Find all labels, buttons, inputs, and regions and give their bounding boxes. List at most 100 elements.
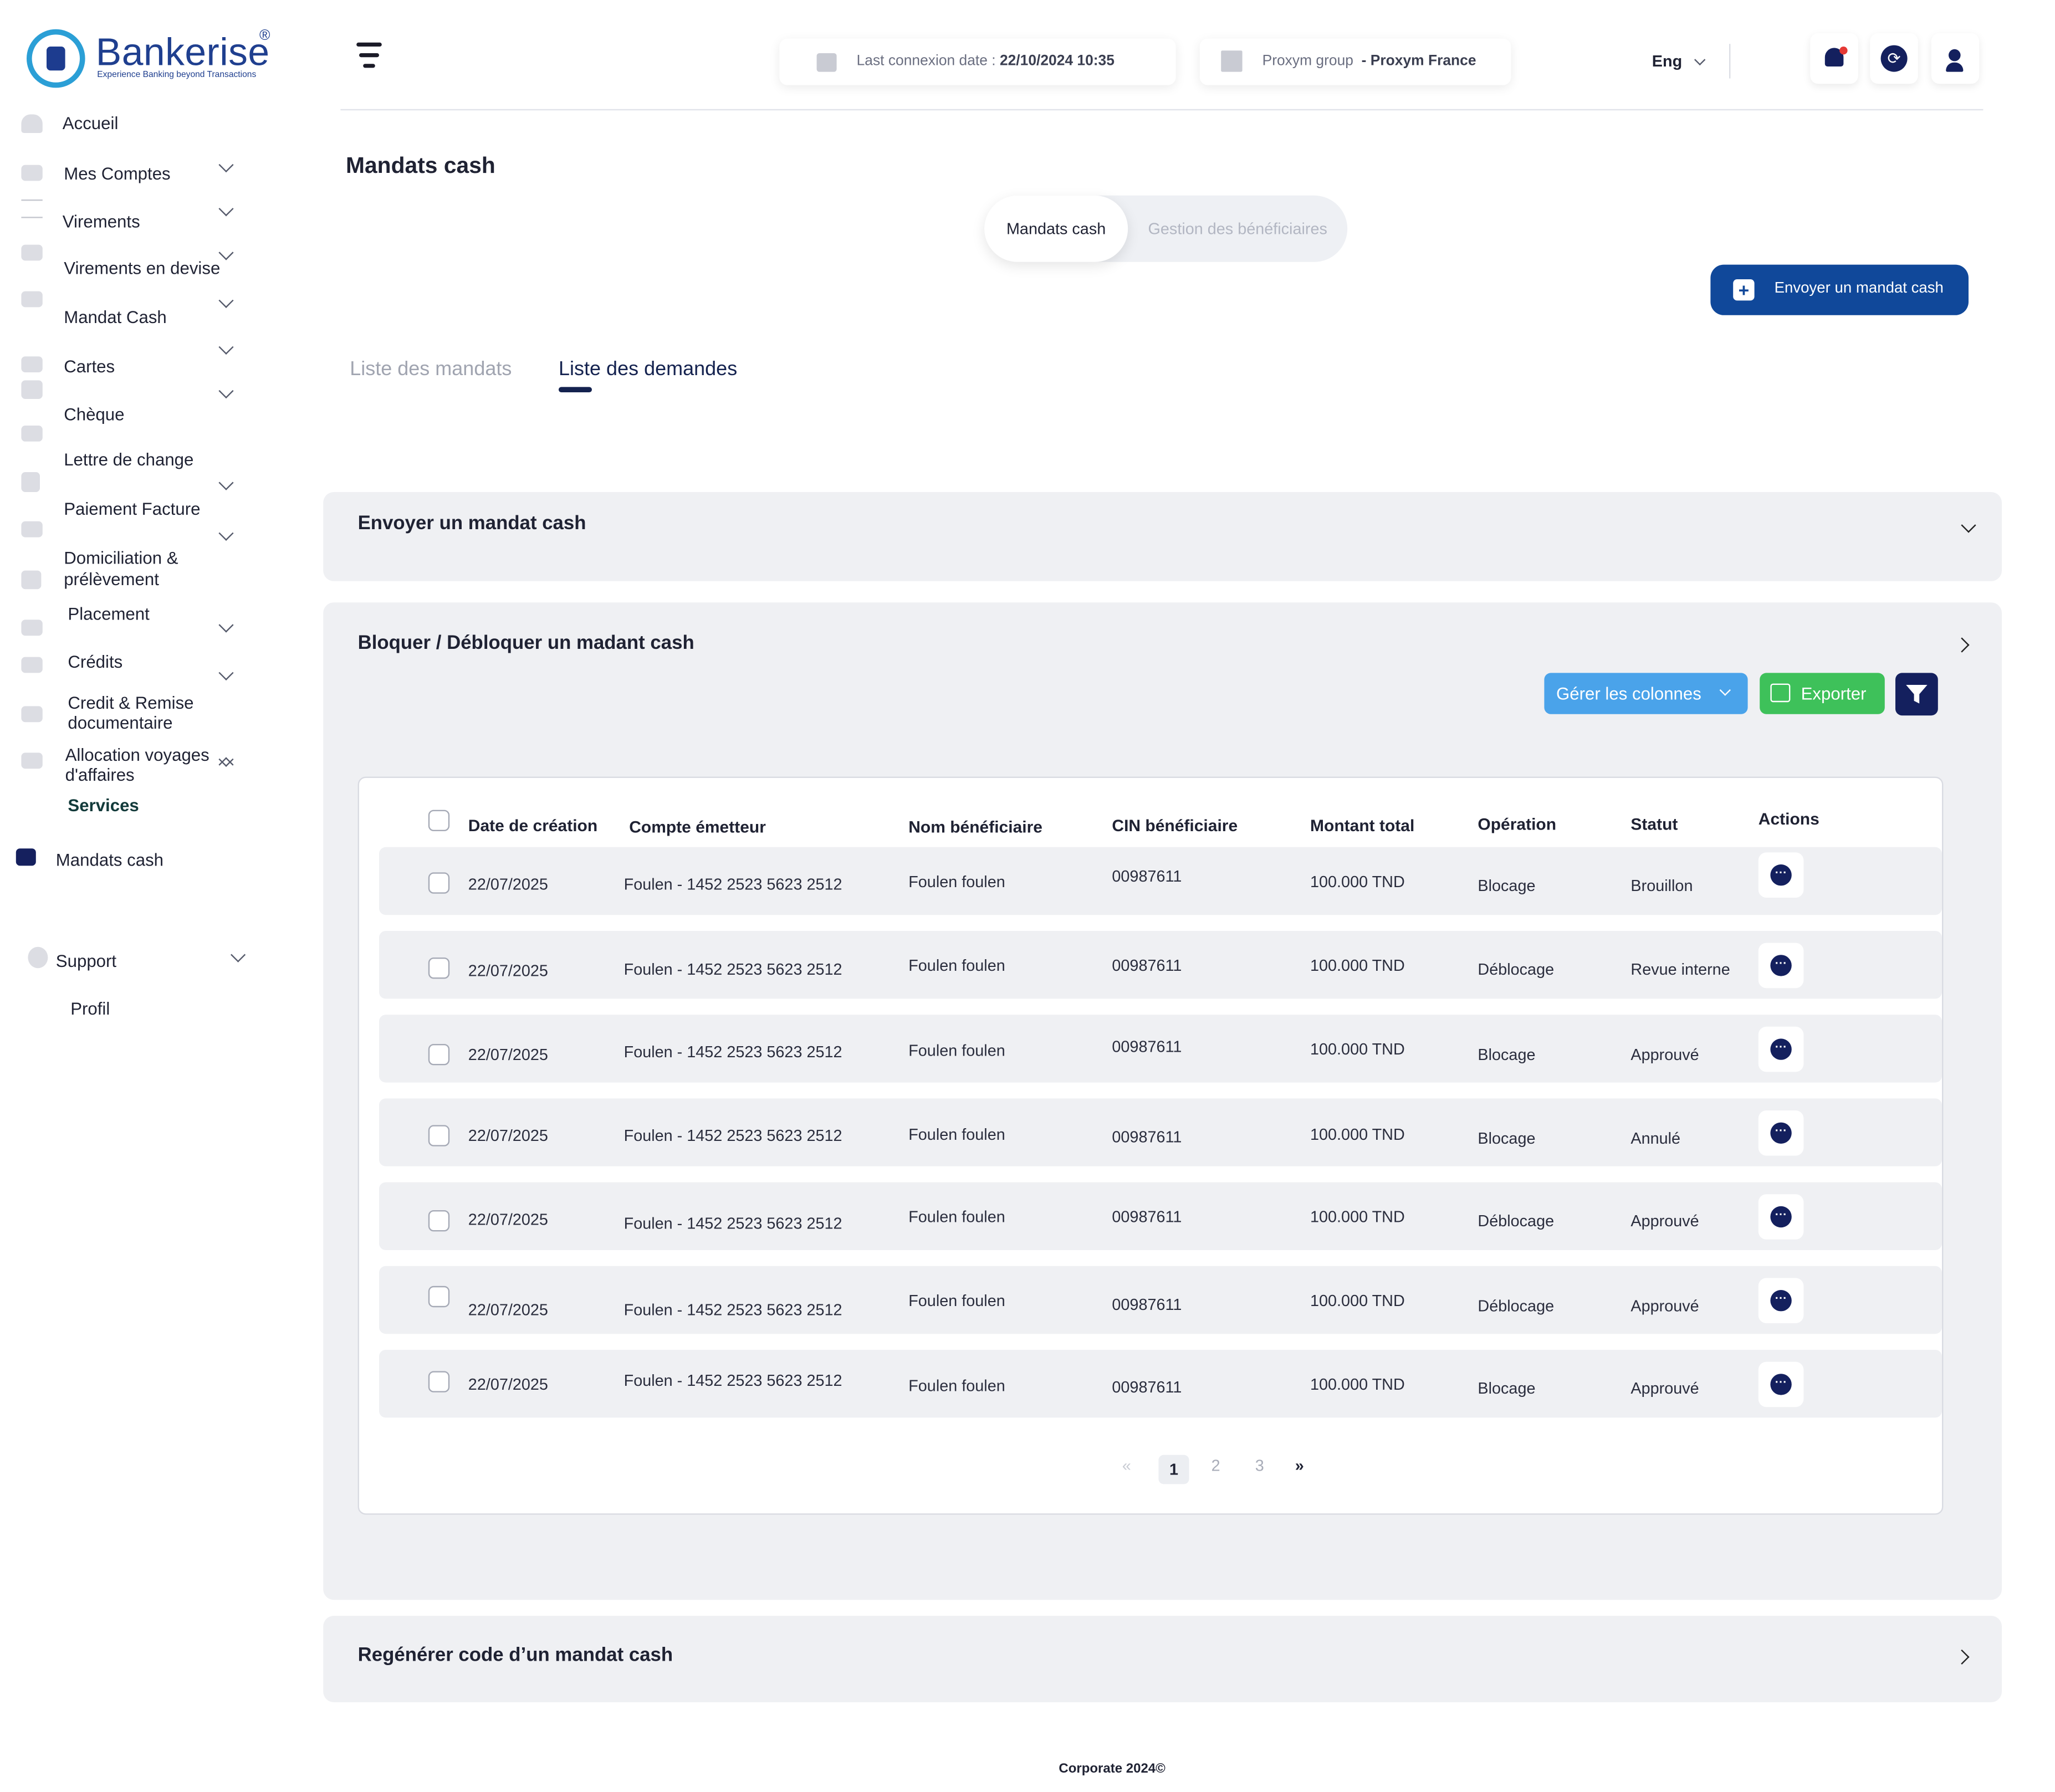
row-actions-button[interactable]: ··· (1758, 1278, 1804, 1323)
manage-columns-button[interactable]: Gérer les colonnes (1544, 673, 1748, 714)
column-header[interactable]: Date de création (468, 817, 597, 836)
panel-send-mandat[interactable]: Envoyer un mandat cash (323, 492, 2002, 581)
more-icon: ··· (1770, 1038, 1792, 1060)
more-icon: ··· (1770, 1374, 1792, 1395)
row-actions-button[interactable]: ··· (1758, 943, 1804, 989)
row-checkbox[interactable] (428, 1371, 450, 1392)
pagination-last[interactable]: » (1290, 1456, 1309, 1475)
tab-liste-demandes[interactable]: Liste des demandes (559, 358, 737, 381)
panel-title: Envoyer un mandat cash (357, 513, 586, 535)
home-icon (21, 114, 43, 134)
cell-beneficiary: Foulen foulen (908, 872, 1005, 892)
notification-dot (1839, 47, 1848, 55)
pagination-first[interactable]: « (1117, 1456, 1136, 1475)
column-header[interactable]: Opération (1478, 815, 1556, 834)
column-header[interactable]: CIN bénéficiaire (1112, 817, 1238, 836)
cell-status: Revue interne (1630, 960, 1730, 979)
cell-operation: Blocage (1478, 1379, 1536, 1398)
profile-button[interactable] (1931, 33, 1980, 84)
letter-icon (21, 426, 43, 442)
row-checkbox[interactable] (428, 1286, 450, 1308)
export-label: Exporter (1801, 683, 1867, 704)
group-label: Proxym group (1262, 53, 1353, 69)
export-button[interactable]: Exporter (1760, 673, 1885, 714)
cell-amount: 100.000 TND (1310, 1040, 1405, 1059)
cell-beneficiary: Foulen foulen (908, 1207, 1005, 1226)
cell-date: 22/07/2025 (468, 1301, 548, 1319)
tab-liste-mandats[interactable]: Liste des mandats (350, 358, 512, 381)
column-header[interactable]: Compte émetteur (629, 818, 766, 837)
cell-beneficiary: Foulen foulen (908, 1125, 1005, 1144)
sidebar-item-label: Credit & Remise (68, 693, 194, 713)
chevron-right-icon[interactable] (1954, 637, 1970, 653)
sidebar-item-label: Mandats cash (55, 849, 164, 870)
filter-button[interactable] (1895, 673, 1938, 716)
chevron-down-icon (1719, 684, 1731, 696)
row-actions-button[interactable]: ··· (1758, 1361, 1804, 1407)
transfer-icon (21, 199, 43, 218)
pagination-page-1[interactable]: 1 (1158, 1455, 1189, 1484)
last-connexion-value: 22/10/2024 10:35 (999, 53, 1115, 69)
more-icon: ··· (1770, 955, 1792, 976)
column-header[interactable]: Nom bénéficiaire (908, 818, 1042, 837)
mail-icon (21, 752, 43, 769)
support-icon (28, 946, 48, 969)
sidebar-section-services[interactable]: Services (68, 795, 139, 815)
cell-amount: 100.000 TND (1310, 1375, 1405, 1394)
cell-status: Approuvé (1630, 1297, 1699, 1315)
currency-icon (21, 244, 43, 261)
row-actions-button[interactable]: ··· (1758, 1194, 1804, 1240)
row-actions-button[interactable]: ··· (1758, 852, 1804, 898)
chevron-down-icon (218, 339, 234, 355)
cell-status: Approuvé (1630, 1379, 1699, 1398)
send-mandat-label: Envoyer un mandat cash (1774, 280, 1944, 297)
row-checkbox[interactable] (428, 1044, 450, 1066)
sidebar-item-label: Accueil (62, 113, 119, 134)
cell-cin: 00987611 (1112, 1037, 1182, 1056)
cell-operation: Blocage (1478, 1045, 1536, 1064)
sidebar-item-label: Placement (68, 603, 150, 624)
cell-beneficiary: Foulen foulen (908, 1376, 1005, 1395)
panel-title[interactable]: Bloquer / Débloquer un madant cash (358, 633, 694, 654)
cell-cin: 00987611 (1112, 956, 1182, 975)
invoice-icon (21, 472, 40, 493)
panel-regenerate-code[interactable]: Regénérer code d’un mandat cash (323, 1616, 2002, 1702)
row-checkbox[interactable] (428, 1125, 450, 1146)
chart-icon (21, 570, 42, 590)
more-icon: ··· (1770, 1206, 1792, 1228)
send-mandat-button[interactable]: + Envoyer un mandat cash (1710, 264, 1969, 315)
column-header[interactable]: Statut (1630, 815, 1678, 834)
cell-account: Foulen - 1452 2523 5623 2512 (623, 1371, 842, 1390)
row-actions-button[interactable]: ··· (1758, 1110, 1804, 1156)
group-card[interactable]: Proxym group - Proxym France (1199, 38, 1511, 85)
sidebar-item-profil[interactable]: Profil (70, 999, 110, 1018)
last-connexion-label: Last connexion date : (856, 53, 996, 69)
pagination-page-3[interactable]: 3 (1250, 1456, 1269, 1475)
select-all-checkbox[interactable] (428, 810, 450, 831)
chevron-down-icon (218, 293, 234, 308)
switch-account-button[interactable]: ⟳ (1870, 33, 1918, 84)
row-checkbox[interactable] (428, 1210, 450, 1232)
pagination-page-2[interactable]: 2 (1207, 1456, 1225, 1475)
segment-gestion-beneficiaires[interactable]: Gestion des bénéficiaires (1128, 196, 1347, 262)
sidebar-item-label: Lettre de change (64, 449, 194, 470)
row-checkbox[interactable] (428, 872, 450, 894)
column-header: Actions (1758, 810, 1819, 829)
cell-status: Approuvé (1630, 1211, 1699, 1230)
notifications-button[interactable] (1810, 33, 1858, 84)
sidebar-item-label: Virements en devise (64, 258, 221, 278)
mail-icon (21, 521, 43, 537)
column-header[interactable]: Montant total (1310, 817, 1414, 836)
row-checkbox[interactable] (428, 958, 450, 979)
sidebar-item-label: Support (55, 951, 117, 971)
more-icon: ··· (1770, 1122, 1792, 1144)
filter-icon (1906, 685, 1928, 704)
registered-mark: ® (259, 28, 270, 44)
sidebar-item-label: Mes Comptes (64, 163, 171, 184)
chevron-down-icon (218, 475, 234, 490)
cell-amount: 100.000 TND (1310, 1125, 1405, 1144)
row-actions-button[interactable]: ··· (1758, 1026, 1804, 1072)
header-rule (340, 109, 1984, 111)
building-icon (1221, 50, 1243, 72)
segment-mandats-cash[interactable]: Mandats cash (984, 195, 1128, 262)
